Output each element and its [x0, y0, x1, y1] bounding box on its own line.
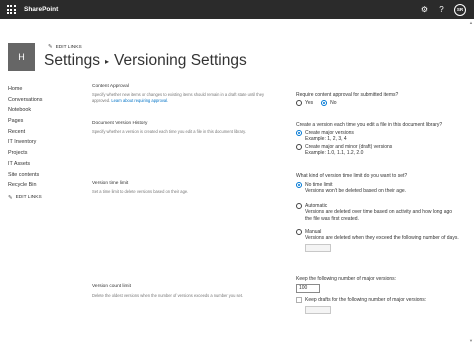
gear-icon[interactable]: ⚙ — [420, 5, 429, 14]
approval-yes-label: Yes — [305, 100, 314, 106]
nav-item-it-inventory[interactable]: IT Inventory — [8, 137, 78, 148]
edit-links-top[interactable]: ✎ EDIT LINKS — [48, 44, 82, 50]
pencil-icon: ✎ — [48, 44, 53, 50]
major-minor-example: Example: 1.0, 1.1, 1.2, 2.0 — [305, 150, 364, 157]
keep-drafts-label: Keep drafts for the following number of … — [305, 297, 427, 303]
nav-item-projects[interactable]: Projects — [8, 148, 78, 159]
breadcrumb-separator-icon: ▸ — [105, 56, 110, 66]
version-history-question: Create a version each time you edit a fi… — [296, 122, 443, 128]
edit-links-nav[interactable]: ✎ EDIT LINKS — [8, 195, 78, 201]
nav-item-pages[interactable]: Pages — [8, 116, 78, 127]
major-versions-radio[interactable] — [296, 130, 302, 136]
keep-drafts-input[interactable] — [305, 306, 331, 315]
suite-bar: SharePoint ⚙ ? SR — [0, 0, 474, 19]
keep-drafts-checkbox[interactable] — [296, 297, 302, 303]
approval-no-option[interactable]: No — [321, 100, 337, 106]
automatic-desc-line2: the file was first created. — [305, 215, 359, 222]
version-history-field: Create a version each time you edit a fi… — [296, 122, 442, 157]
approval-no-radio[interactable] — [321, 100, 328, 106]
nav-item-site-contents[interactable]: Site contents — [8, 170, 78, 181]
nav-item-recycle-bin[interactable]: Recycle Bin — [8, 180, 78, 191]
content-approval-question: Require content approval for submitted i… — [296, 92, 399, 98]
left-nav: Home Conversations Notebook Pages Recent… — [8, 84, 78, 201]
scroll-down-icon[interactable]: ▼ — [469, 338, 473, 343]
manual-days-input[interactable] — [305, 243, 331, 252]
pencil-icon: ✎ — [8, 194, 13, 201]
breadcrumb-settings[interactable]: Settings — [44, 52, 100, 70]
nav-item-recent[interactable]: Recent — [8, 127, 78, 138]
page-title: Settings ▸ Versioning Settings — [44, 52, 247, 70]
time-limit-desc: Set a time limit to delete versions base… — [92, 189, 189, 194]
site-logo[interactable]: H — [8, 43, 35, 71]
approval-no-label: No — [330, 100, 337, 106]
keep-major-label: Keep the following number of major versi… — [296, 276, 397, 282]
avatar[interactable]: SR — [454, 3, 466, 16]
time-limit-title: Version time limit — [92, 181, 129, 186]
content-approval-title: Content Approval — [92, 84, 129, 89]
count-limit-title: Version count limit — [92, 284, 131, 289]
breadcrumb-current: Versioning Settings — [114, 52, 247, 69]
scroll-up-icon[interactable]: ▲ — [469, 20, 473, 25]
time-limit-question: What kind of version time limit do you w… — [296, 173, 408, 179]
help-icon[interactable]: ? — [437, 5, 446, 14]
no-time-limit-radio[interactable] — [296, 182, 302, 188]
version-history-title: Document Version History — [92, 121, 148, 126]
nav-item-conversations[interactable]: Conversations — [8, 95, 78, 106]
count-limit-desc: Delete the oldest versions when the numb… — [92, 293, 244, 298]
content-approval-field: Require content approval for submitted i… — [296, 92, 398, 106]
nav-item-it-assets[interactable]: IT Assets — [8, 159, 78, 170]
keep-major-input[interactable]: 100 — [296, 284, 320, 293]
automatic-radio[interactable] — [296, 202, 302, 209]
content-approval-desc-line2: approved. — [92, 98, 112, 103]
automatic-desc-line1: Versions are deleted over time based on … — [305, 209, 453, 216]
count-limit-field: Keep the following number of major versi… — [296, 276, 426, 315]
learn-approval-link[interactable]: Learn about requiring approval. — [111, 98, 168, 103]
approval-yes-radio[interactable] — [296, 100, 302, 106]
manual-radio[interactable] — [296, 229, 302, 236]
major-versions-example: Example: 1, 2, 3, 4 — [305, 136, 347, 143]
major-minor-radio[interactable] — [296, 143, 302, 150]
keep-drafts-option[interactable]: Keep drafts for the following number of … — [296, 297, 426, 303]
app-launcher-icon[interactable] — [4, 3, 18, 17]
edit-links-nav-label: EDIT LINKS — [15, 195, 42, 201]
nav-item-home[interactable]: Home — [8, 84, 78, 95]
content-approval-desc: Specify whether new items or changes to … — [92, 92, 282, 104]
no-time-limit-desc: Versions won't be deleted based on their… — [305, 188, 407, 195]
nav-item-notebook[interactable]: Notebook — [8, 105, 78, 116]
version-history-desc: Specify whether a version is created eac… — [92, 129, 246, 134]
approval-yes-option[interactable]: Yes — [296, 100, 313, 106]
edit-links-label: EDIT LINKS — [55, 44, 82, 50]
time-limit-field: What kind of version time limit do you w… — [296, 173, 459, 252]
manual-desc: Versions are deleted when they exceed th… — [305, 235, 459, 242]
brand-name[interactable]: SharePoint — [24, 6, 58, 13]
